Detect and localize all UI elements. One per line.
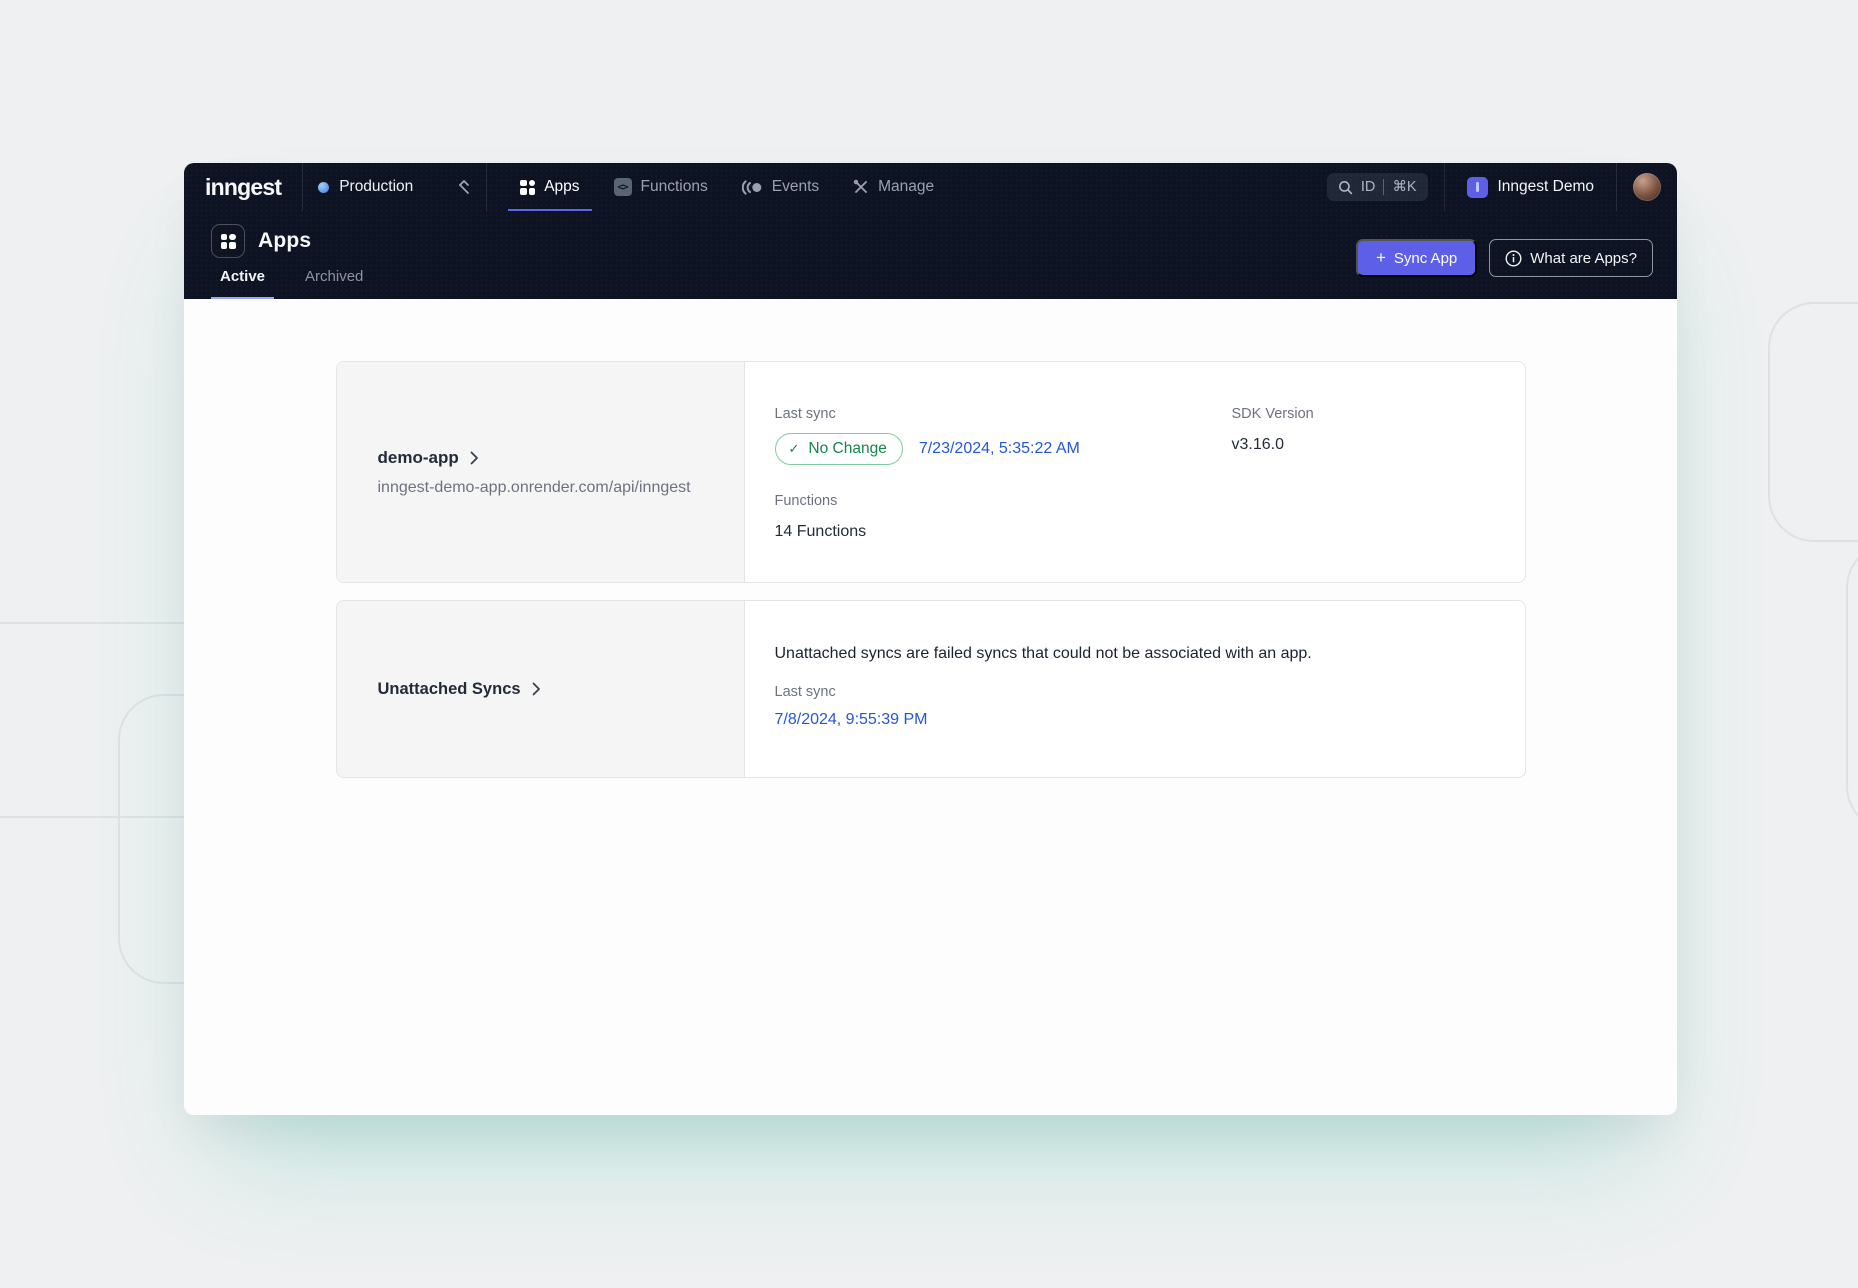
sync-status-row: ✓ No Change 7/23/2024, 5:35:22 AM [775,433,1232,465]
avatar-segment [1617,163,1677,211]
last-sync-label: Last sync [775,406,1232,422]
nav-item-manage[interactable]: Manage [841,163,946,211]
app-url: inngest-demo-app.onrender.com/api/innges… [378,479,744,497]
top-nav-right: ID ⌘K Inngest Demo [1327,163,1677,211]
unattached-syncs-link[interactable]: Unattached Syncs [378,680,744,699]
nav-item-functions[interactable]: <> Functions [602,163,720,211]
search-label: ID [1361,179,1376,195]
nav-item-label: Functions [641,178,708,196]
sdk-version-label: SDK Version [1232,406,1495,422]
inngest-logo[interactable]: inngest [205,174,281,201]
app-card: demo-app inngest-demo-app.onrender.com/a… [336,361,1526,583]
unattached-card-summary: Unattached Syncs [337,601,745,777]
org-switcher[interactable]: Inngest Demo [1444,163,1618,211]
apps-grid-icon [520,180,535,195]
tab-archived[interactable]: Archived [296,268,372,299]
decorative-outline [1768,302,1858,542]
what-are-apps-button[interactable]: What are Apps? [1489,239,1653,277]
unattached-syncs-title: Unattached Syncs [378,680,521,699]
nav-item-events[interactable]: Events [730,163,831,211]
chevron-up-down-icon [457,177,471,197]
last-sync-time-link[interactable]: 7/8/2024, 9:55:39 PM [775,711,928,729]
top-nav-bar: inngest Production Apps <> [184,163,1677,211]
unattached-card-details: Unattached syncs are failed syncs that c… [745,601,1525,777]
environment-switcher[interactable]: Production [303,163,487,211]
app-header: inngest Production Apps <> [184,163,1677,299]
info-icon [1505,250,1522,267]
main-content: demo-app inngest-demo-app.onrender.com/a… [184,361,1677,1115]
sdk-version: v3.16.0 [1232,436,1495,454]
nav-item-apps[interactable]: Apps [508,163,591,211]
sync-column: Last sync ✓ No Change 7/23/2024, 5:35:22… [775,406,1232,582]
org-badge-icon [1467,177,1488,198]
app-name: demo-app [378,448,459,468]
plus-icon: + [1376,248,1386,268]
search-shortcut: ⌘K [1392,179,1416,195]
nav-item-label: Events [772,178,819,196]
functions-count: 14 Functions [775,523,1232,541]
app-window: inngest Production Apps <> [184,163,1677,1115]
app-card-summary: demo-app inngest-demo-app.onrender.com/a… [337,362,745,582]
nav-item-label: Apps [544,178,579,196]
decorative-outline [1846,542,1858,832]
sdk-column: SDK Version v3.16.0 [1232,406,1495,582]
app-name-link[interactable]: demo-app [378,448,744,468]
sync-status-badge: ✓ No Change [775,433,903,465]
events-signal-icon [742,180,763,195]
tabs: Active Archived [211,268,372,299]
search-button[interactable]: ID ⌘K [1327,173,1428,201]
app-card-details: Last sync ✓ No Change 7/23/2024, 5:35:22… [745,362,1525,582]
last-sync-label: Last sync [775,684,1495,700]
functions-label: Functions [775,493,1232,509]
last-sync-time-link[interactable]: 7/23/2024, 5:35:22 AM [919,440,1080,458]
apps-grid-icon [211,224,245,258]
search-icon [1338,180,1353,195]
page-header: Apps Active Archived + Sync App [184,211,1677,299]
page-title: Apps [258,229,311,253]
functions-code-icon: <> [614,178,632,196]
tab-active[interactable]: Active [211,268,274,299]
nav-item-label: Manage [878,178,934,196]
unattached-description: Unattached syncs are failed syncs that c… [775,645,1495,663]
manage-tools-icon [853,179,869,195]
logo-segment: inngest [184,163,303,211]
sync-app-button[interactable]: + Sync App [1356,239,1477,277]
environment-label: Production [339,178,413,196]
main-nav: Apps <> Functions Events [503,163,951,211]
divider [1383,179,1384,195]
check-icon: ✓ [789,441,800,457]
user-avatar[interactable] [1633,173,1661,201]
environment-status-icon [318,182,329,193]
header-actions: + Sync App What are Apps? [1356,239,1653,277]
sync-status-text: No Change [808,440,886,458]
chevron-right-icon [532,682,541,696]
org-name: Inngest Demo [1498,178,1595,196]
chevron-right-icon [470,451,479,465]
unattached-syncs-card: Unattached Syncs Unattached syncs are fa… [336,600,1526,778]
